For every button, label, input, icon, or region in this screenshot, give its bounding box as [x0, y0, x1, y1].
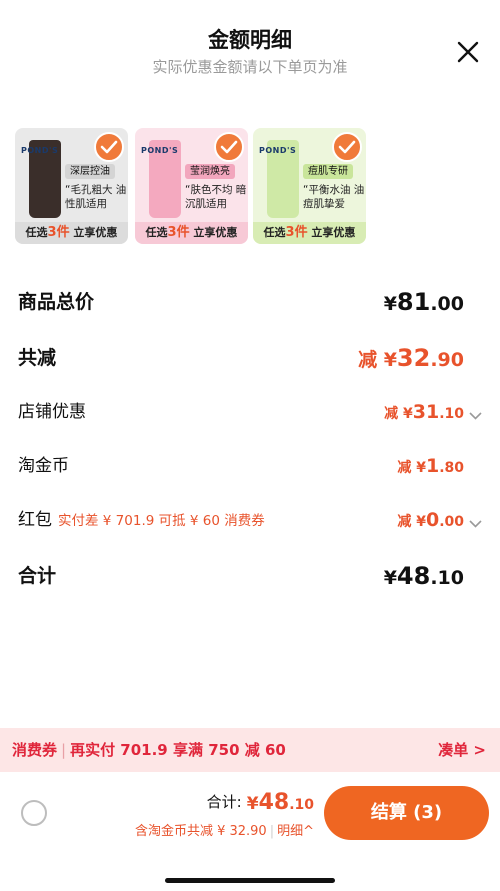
checkout-total: 合计: ¥48.10 — [206, 790, 314, 815]
selected-check-icon — [214, 132, 244, 162]
coupon-banner-text: 消费券 | 再实付 701.9 享满 750 减 60 — [12, 741, 286, 759]
row-total-price: 商品总价 ¥81.00 — [18, 286, 482, 318]
promo-footer: 任选3件 立享优惠 — [253, 222, 366, 244]
close-icon[interactable] — [456, 40, 480, 64]
promo-footer: 任选3件 立享优惠 — [135, 222, 248, 244]
coupon-banner[interactable]: 消费券 | 再实付 701.9 享满 750 减 60 凑单 > — [0, 728, 500, 772]
promo-footer: 任选3件 立享优惠 — [15, 222, 128, 244]
total-reduce-value: 减 ¥32.90 — [358, 344, 464, 372]
taojinbi-value: 减 ¥1.80 — [397, 455, 464, 477]
total-price-label: 商品总价 — [18, 291, 95, 313]
hongbao-label: 红包 实付差 ¥ 701.9 可抵 ¥ 60 消费券 — [18, 510, 265, 530]
product-desc: “平衡水油 油痘肌挚爱 — [303, 184, 365, 210]
store-discount-label: 店铺优惠 — [18, 402, 86, 422]
selected-check-icon — [332, 132, 362, 162]
taojinbi-label: 淘金币 — [18, 456, 69, 476]
store-discount-value: 减 ¥31.10 — [384, 401, 464, 423]
product-tag: 痘肌专研 — [303, 164, 353, 179]
add-items-link[interactable]: 凑单 > — [438, 728, 486, 772]
product-card[interactable]: POND'S 深层控油 “毛孔粗大 油性肌适用 任选3件 立享优惠 — [15, 128, 128, 244]
page-title: 金额明细 — [208, 28, 292, 52]
subtotal-value: ¥48.10 — [383, 562, 464, 590]
chevron-down-icon[interactable] — [469, 406, 482, 420]
row-store-discount[interactable]: 店铺优惠 减 ¥31.10 — [18, 396, 482, 428]
product-card[interactable]: POND'S 痘肌专研 “平衡水油 油痘肌挚爱 任选3件 立享优惠 — [253, 128, 366, 244]
brand-label: POND'S — [141, 146, 179, 155]
brand-label: POND'S — [259, 146, 297, 155]
total-price-value: ¥81.00 — [383, 288, 464, 316]
checkout-detail-toggle[interactable]: 含淘金币共减 ¥ 32.90 | 明细^ — [135, 820, 314, 839]
row-total-reduce: 共减 减 ¥32.90 — [18, 342, 482, 374]
row-hongbao[interactable]: 红包 实付差 ¥ 701.9 可抵 ¥ 60 消费券 减 ¥0.00 — [18, 504, 482, 536]
product-card[interactable]: POND'S 莹润焕亮 “肤色不均 暗沉肌适用 任选3件 立享优惠 — [135, 128, 248, 244]
product-tag: 深层控油 — [65, 164, 115, 179]
hongbao-value: 减 ¥0.00 — [397, 509, 464, 531]
select-all-radio[interactable] — [21, 800, 47, 826]
hongbao-note: 实付差 ¥ 701.9 可抵 ¥ 60 消费券 — [58, 513, 265, 529]
total-reduce-label: 共减 — [18, 347, 57, 369]
checkout-bar: 合计: ¥48.10 含淘金币共减 ¥ 32.90 | 明细^ 结算 (3) — [0, 772, 500, 891]
product-desc: “肤色不均 暗沉肌适用 — [185, 184, 247, 210]
checkout-button[interactable]: 结算 (3) — [324, 786, 489, 840]
row-subtotal: 合计 ¥48.10 — [18, 560, 482, 592]
product-tag: 莹润焕亮 — [185, 164, 235, 179]
selected-check-icon — [94, 132, 124, 162]
brand-label: POND'S — [21, 146, 59, 155]
chevron-down-icon[interactable] — [469, 514, 482, 528]
row-taojinbi: 淘金币 减 ¥1.80 — [18, 450, 482, 482]
home-indicator — [165, 878, 335, 883]
page-subtitle: 实际优惠金额请以下单页为准 — [152, 58, 348, 76]
sheet-header: 金额明细 实际优惠金额请以下单页为准 — [0, 0, 500, 100]
subtotal-label: 合计 — [18, 565, 57, 587]
product-desc: “毛孔粗大 油性肌适用 — [65, 184, 127, 210]
